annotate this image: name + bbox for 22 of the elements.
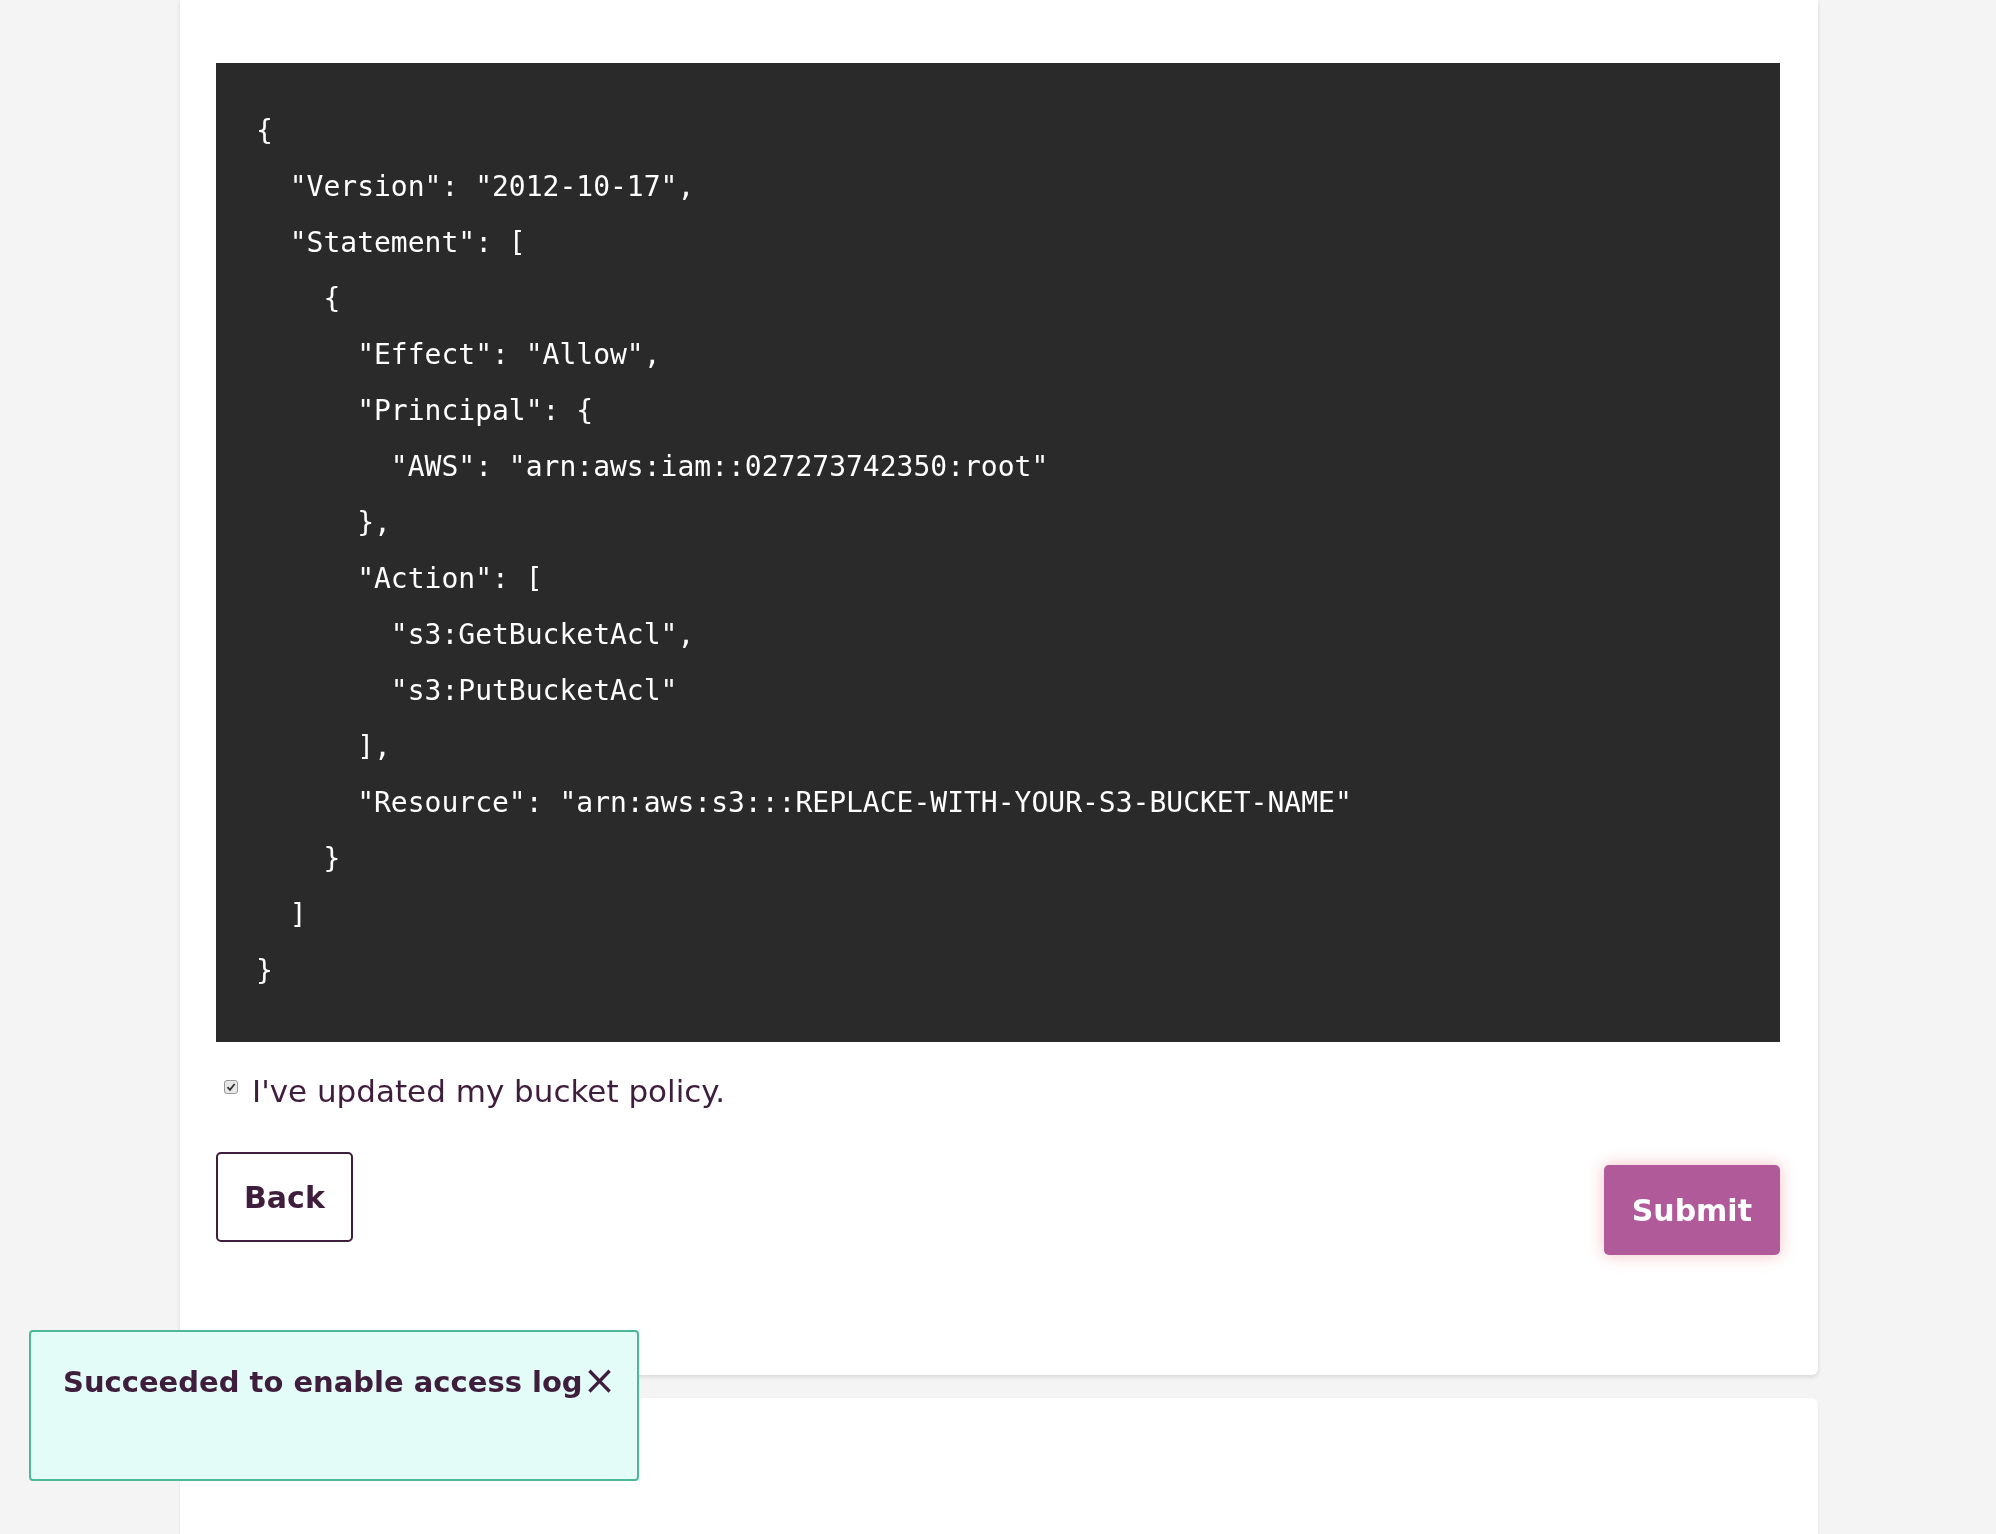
code-line: }, — [356, 505, 391, 541]
code-line: } — [256, 953, 273, 989]
back-button[interactable]: Back — [216, 1152, 353, 1242]
checkbox-label: I've updated my bucket policy. — [252, 1072, 726, 1111]
code-line: "AWS": "arn:aws:iam::027273742350:root" — [389, 449, 1049, 485]
code-line: "Version": "2012-10-17", — [288, 169, 695, 205]
code-line: ] — [288, 897, 307, 933]
code-line: "Statement": [ — [288, 225, 526, 261]
code-line: "Effect": "Allow", — [356, 337, 661, 373]
close-button[interactable]: × — [582, 1360, 617, 1400]
code-line: "Principal": { — [356, 393, 594, 429]
code-line: "s3:GetBucketAcl", — [389, 617, 695, 653]
code-line: { — [322, 281, 341, 317]
code-line: ], — [356, 729, 391, 765]
checkbox[interactable] — [224, 1080, 238, 1094]
code-line: "Resource": "arn:aws:s3:::REPLACE-WITH-YOUR-S3-BUCKET-NAME" — [356, 785, 1352, 821]
code-line: } — [322, 841, 341, 877]
code-line: { — [256, 113, 273, 149]
code-line: "s3:PutBucketAcl" — [389, 673, 678, 709]
code-line: "Action": [ — [356, 561, 543, 597]
submit-button[interactable]: Submit — [1603, 1165, 1780, 1255]
toast-message: Succeeded to enable access log — [63, 1364, 583, 1401]
